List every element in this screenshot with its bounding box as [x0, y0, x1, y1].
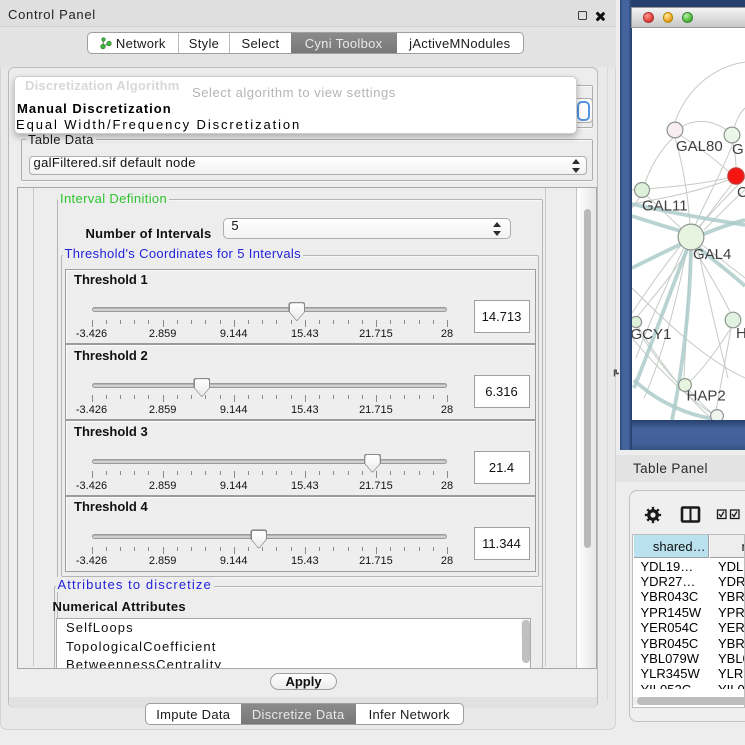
svg-text:G.: G.	[732, 141, 745, 158]
svg-text:GCY1: GCY1	[632, 326, 671, 343]
svg-text:GAL11: GAL11	[642, 198, 688, 215]
svg-text:H: H	[736, 325, 745, 342]
svg-text:C: C	[737, 184, 745, 201]
svg-text:GAL80: GAL80	[676, 138, 723, 155]
svg-text:GAL4: GAL4	[693, 246, 731, 263]
svg-text:HAP2: HAP2	[687, 388, 726, 405]
